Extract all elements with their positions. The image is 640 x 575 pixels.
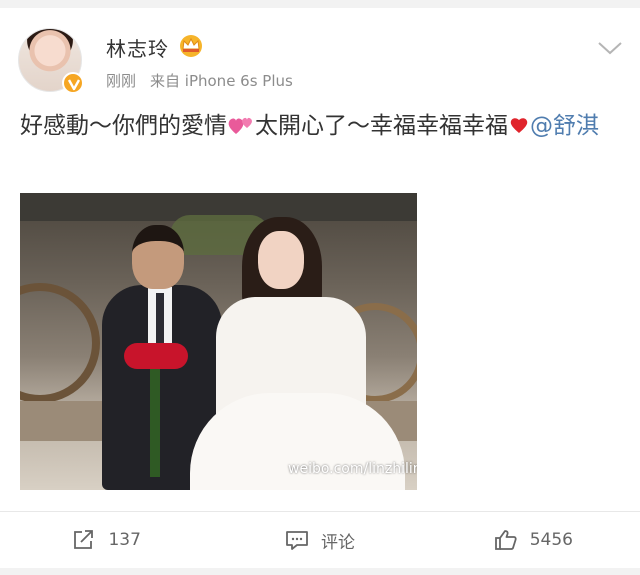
repost-button[interactable]: 137	[0, 512, 213, 568]
action-bar: 137 评论 5456	[0, 512, 640, 568]
thumbs-up-icon	[494, 530, 517, 550]
post-text: 好感動～你們的愛情 太開心了～幸福幸福幸福 @舒淇	[20, 108, 624, 144]
bottom-spacer	[0, 568, 640, 575]
repost-count: 137	[108, 530, 141, 550]
two-hearts-icon	[228, 117, 252, 134]
image-watermark: weibo.com/linzhiling	[288, 461, 417, 477]
post-time: 刚刚	[106, 72, 137, 90]
like-button[interactable]: 5456	[427, 512, 640, 568]
share-icon	[74, 530, 94, 549]
post-source: 来自 iPhone 6s Plus	[150, 72, 293, 90]
chevron-down-icon[interactable]	[597, 40, 623, 56]
like-count: 5456	[529, 530, 573, 550]
mention-link[interactable]: @舒淇	[530, 113, 599, 139]
verified-v-icon	[62, 72, 84, 94]
comment-icon	[286, 531, 308, 550]
comment-button[interactable]: 评论	[213, 512, 426, 568]
author-name[interactable]: 林志玲	[106, 33, 169, 62]
crown-icon[interactable]	[178, 33, 204, 57]
avatar[interactable]	[18, 28, 84, 94]
heart-icon	[510, 118, 528, 133]
post-meta: 刚刚 来自 iPhone 6s Plus	[106, 70, 293, 91]
post-text-part1: 好感動～你們的愛情	[20, 113, 227, 139]
top-spacer	[0, 0, 640, 8]
post-image[interactable]: weibo.com/linzhiling	[20, 193, 417, 490]
comment-label: 评论	[320, 532, 355, 553]
post-text-part2: 太開心了～幸福幸福幸福	[255, 113, 508, 139]
